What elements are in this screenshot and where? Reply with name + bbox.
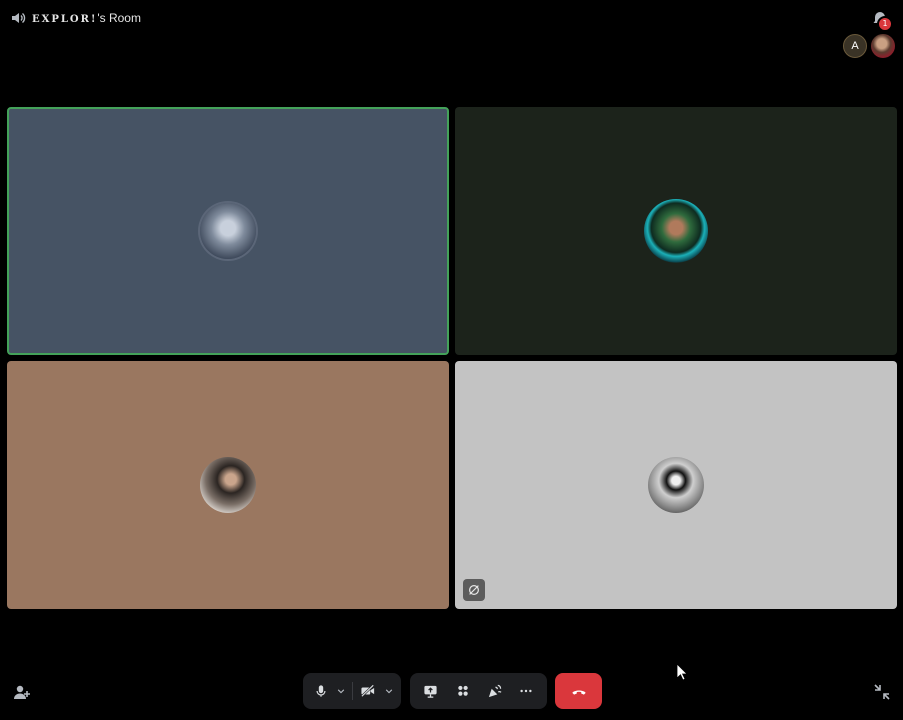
mouse-cursor-icon	[676, 663, 688, 681]
activity-controls	[410, 673, 547, 709]
audio-video-controls	[303, 673, 401, 709]
speaker-icon[interactable]	[10, 10, 26, 26]
participant-avatars: A	[843, 34, 895, 58]
inbox-button[interactable]: 1	[871, 10, 893, 32]
room-title: EXPLOR!'s Room	[32, 11, 141, 25]
camera-off-icon	[361, 684, 375, 698]
chevron-down-icon	[385, 689, 392, 694]
activities-icon	[457, 685, 468, 696]
video-tile[interactable]	[455, 361, 897, 609]
room-header: EXPLOR!'s Room	[10, 8, 141, 28]
camera-button[interactable]	[356, 677, 380, 705]
disconnect-button[interactable]	[555, 673, 602, 709]
avatar	[200, 203, 256, 259]
video-tile[interactable]	[7, 361, 449, 609]
avatar	[648, 457, 704, 513]
divider	[351, 682, 353, 700]
activities-button[interactable]	[450, 677, 476, 705]
noise-suppression-indicator[interactable]	[463, 579, 485, 601]
soundboard-button[interactable]	[482, 677, 508, 705]
room-title-brand: EXPLOR!	[32, 14, 98, 25]
more-icon	[520, 689, 532, 693]
share-screen-button[interactable]	[418, 677, 444, 705]
participant-avatar[interactable]	[871, 34, 895, 58]
participant-avatar[interactable]: A	[843, 34, 867, 58]
hang-up-icon	[571, 690, 586, 695]
avatar	[644, 199, 708, 263]
soundboard-icon	[488, 684, 502, 697]
invite-icon[interactable]	[12, 682, 32, 702]
top-right-area: 1 A	[835, 8, 895, 60]
avatar	[200, 457, 256, 513]
mute-button[interactable]	[309, 677, 333, 705]
video-tile[interactable]	[455, 107, 897, 355]
mic-options-chevron[interactable]	[335, 677, 348, 705]
chevron-down-icon	[337, 689, 345, 694]
notification-badge: 1	[877, 16, 893, 32]
more-options-button[interactable]	[513, 677, 539, 705]
collapse-icon[interactable]	[873, 683, 891, 701]
call-window: EXPLOR!'s Room 1 A	[0, 0, 903, 720]
room-title-suffix: 's Room	[97, 11, 141, 25]
screen-share-icon	[424, 685, 437, 698]
microphone-icon	[316, 685, 326, 697]
noise-suppression-icon	[469, 585, 479, 595]
camera-options-chevron[interactable]	[382, 677, 395, 705]
video-tile[interactable]	[7, 107, 449, 355]
